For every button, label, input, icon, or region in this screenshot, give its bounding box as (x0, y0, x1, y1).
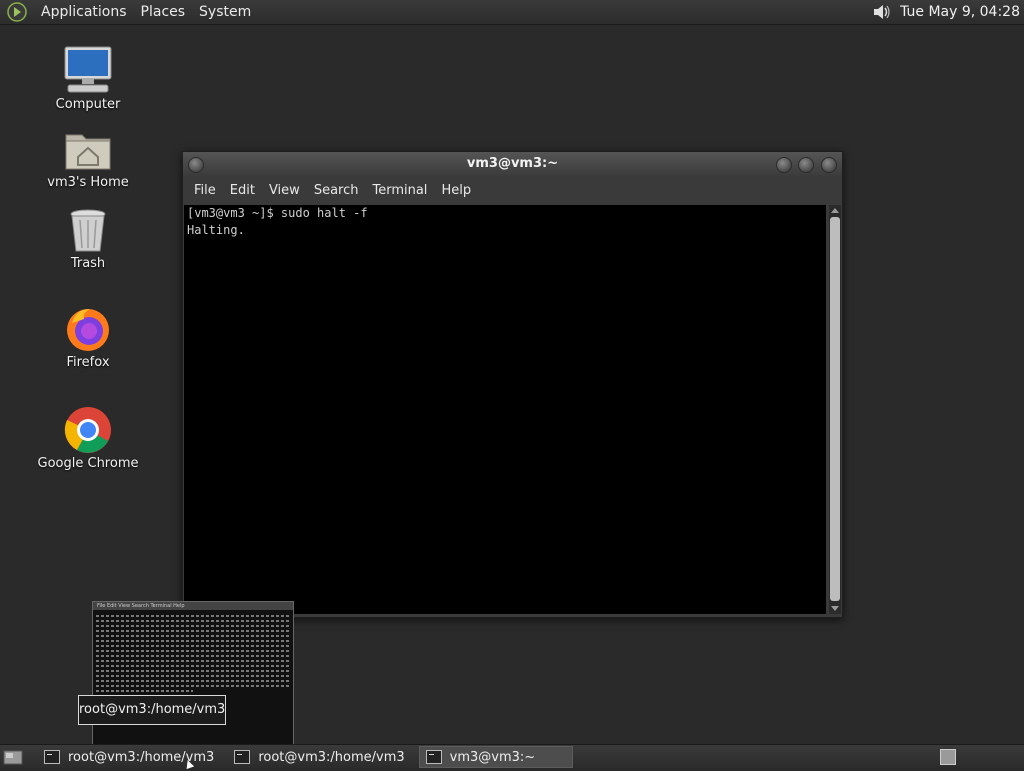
desktop-icon-label: Computer (55, 97, 121, 112)
clock[interactable]: Tue May 9, 04:28 (900, 4, 1024, 20)
menu-places[interactable]: Places (134, 4, 193, 20)
gnome-foot-icon[interactable] (6, 1, 28, 23)
taskbar-item-label: root@vm3:/home/vm3 (258, 749, 405, 765)
minimize-button[interactable] (776, 157, 792, 173)
home-folder-icon (65, 134, 111, 170)
top-panel: Applications Places System Tue May 9, 04… (0, 0, 1024, 25)
desktop-icon-trash[interactable]: Trash (28, 208, 148, 271)
terminal-line: [vm3@vm3 ~]$ sudo halt -f (187, 206, 368, 220)
terminal-icon (234, 750, 251, 764)
terminal-menubar: File Edit View Search Terminal Help (183, 176, 842, 204)
scroll-down-icon[interactable] (831, 606, 839, 611)
terminal-output[interactable]: [vm3@vm3 ~]$ sudo halt -f Halting. (184, 205, 826, 614)
maximize-button[interactable] (798, 157, 814, 173)
chrome-icon (64, 407, 111, 453)
window-title: vm3@vm3:~ (466, 156, 559, 171)
desktop-icon-label: vm3's Home (47, 175, 129, 190)
workspace-switcher[interactable] (940, 749, 956, 765)
menu-applications[interactable]: Applications (34, 4, 134, 20)
desktop-icon-label: Firefox (66, 355, 110, 370)
menu-view[interactable]: View (262, 183, 307, 198)
bottom-panel: root@vm3:/home/vm3 root@vm3:/home/vm3 vm… (0, 744, 1024, 769)
menu-edit[interactable]: Edit (223, 183, 262, 198)
close-button[interactable] (821, 157, 837, 173)
terminal-scrollbar[interactable] (829, 205, 841, 614)
terminal-line: Halting. (187, 223, 245, 237)
scroll-up-icon[interactable] (831, 208, 839, 213)
desktop-icon-computer[interactable]: Computer (28, 45, 148, 112)
desktop-icon-home[interactable]: vm3's Home (28, 127, 148, 190)
menu-help[interactable]: Help (434, 183, 478, 198)
terminal-icon (425, 750, 442, 764)
menu-terminal[interactable]: Terminal (365, 183, 434, 198)
window-titlebar[interactable]: vm3@vm3:~ (183, 152, 842, 176)
window-menu-button[interactable] (188, 157, 204, 173)
preview-menubar: File Edit View Search Terminal Help (93, 602, 293, 610)
firefox-icon (67, 309, 109, 351)
computer-icon (64, 46, 112, 93)
menu-file[interactable]: File (187, 183, 223, 198)
trash-icon (70, 209, 106, 252)
desktop-icon-label: Trash (70, 256, 106, 271)
taskbar-item-label: vm3@vm3:~ (449, 749, 536, 765)
scrollbar-thumb[interactable] (830, 217, 840, 601)
menu-system[interactable]: System (192, 4, 258, 20)
volume-icon[interactable] (870, 1, 892, 23)
desktop-icon-label: Google Chrome (37, 456, 139, 471)
desktop-icon-firefox[interactable]: Firefox (28, 305, 148, 370)
preview-content (93, 610, 293, 697)
show-desktop-icon[interactable] (2, 747, 24, 767)
terminal-window: vm3@vm3:~ File Edit View Search Terminal… (182, 151, 843, 618)
taskbar-item-active[interactable]: vm3@vm3:~ (418, 746, 573, 768)
terminal-icon (44, 750, 60, 764)
taskbar-tooltip: root@vm3:/home/vm3 (78, 695, 226, 725)
menu-search[interactable]: Search (307, 183, 366, 198)
desktop-icon-chrome[interactable]: Google Chrome (28, 406, 148, 471)
taskbar-item[interactable]: root@vm3:/home/vm3 (228, 746, 410, 768)
